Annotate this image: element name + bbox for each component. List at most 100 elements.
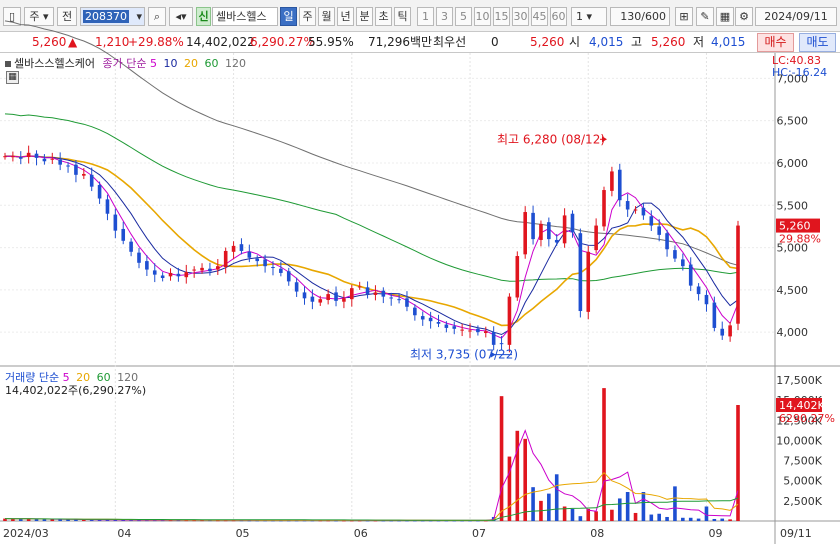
candle-body xyxy=(223,250,228,268)
candle-body xyxy=(728,325,732,337)
legend-square-icon xyxy=(5,61,11,67)
x-tick-label: 08 xyxy=(590,527,604,540)
volume-bar xyxy=(554,474,559,521)
volume-bar xyxy=(728,519,732,521)
legend-ma20: 20 xyxy=(183,57,198,70)
candle-body xyxy=(570,213,575,233)
candle-body xyxy=(26,152,31,158)
candle-body xyxy=(673,250,677,259)
candle-body xyxy=(641,207,646,216)
candle-body xyxy=(349,288,354,300)
volume-bar xyxy=(625,492,630,521)
candle-body xyxy=(58,159,62,165)
candle-body xyxy=(247,251,252,258)
candle-body xyxy=(562,215,567,244)
legend-ma5: 5 xyxy=(149,57,157,70)
candle-body xyxy=(216,266,220,270)
candle-body xyxy=(712,302,717,328)
volume-tick-label: 7,500K xyxy=(783,455,822,468)
candle-body xyxy=(200,267,204,271)
candle-body xyxy=(294,282,299,292)
candle-body xyxy=(168,272,173,277)
candle-body xyxy=(121,228,126,241)
volume-bar xyxy=(712,518,717,521)
stock-chart[interactable]: 7,0006,5006,0005,5005,0004,5004,0005,260… xyxy=(0,0,840,544)
price-tick-label: 6,500 xyxy=(777,115,809,128)
candle-body xyxy=(476,328,480,333)
candle-body xyxy=(302,292,307,299)
candle-body xyxy=(286,271,291,282)
candle-body xyxy=(625,201,630,210)
candle-body xyxy=(208,268,212,272)
candle-body xyxy=(594,225,598,251)
legend-ma10: 10 xyxy=(163,57,178,70)
candle-body xyxy=(89,174,94,187)
candle-body xyxy=(145,261,149,270)
candle-body xyxy=(665,233,669,250)
volume-bar xyxy=(507,456,512,521)
volume-bar xyxy=(633,512,638,521)
table-toggle-icon[interactable]: ▦ xyxy=(6,71,19,84)
candle-body xyxy=(547,222,551,240)
candle-body xyxy=(681,259,685,267)
volume-bar xyxy=(602,388,606,521)
candle-body xyxy=(515,256,520,298)
low-annot-label: 최저 3,735 (07/22) xyxy=(410,348,518,362)
candle-body xyxy=(129,241,133,252)
candle-body xyxy=(633,209,638,211)
candle-body xyxy=(720,328,725,336)
candle-body xyxy=(405,298,409,307)
candle-body xyxy=(42,158,47,162)
volume-bar xyxy=(720,518,725,521)
volume-tick-label: 17,500K xyxy=(776,374,822,387)
candle-body xyxy=(318,299,323,303)
legend-ma120: 120 xyxy=(224,57,246,70)
candle-body xyxy=(342,298,346,302)
volume-bar xyxy=(688,517,693,521)
volume-tick-label: 10,000K xyxy=(776,434,822,447)
price-pct-label: 29.88% xyxy=(779,233,821,246)
candle-body xyxy=(50,158,55,160)
candle-body xyxy=(736,225,740,324)
candle-body xyxy=(491,332,496,345)
candle-body xyxy=(279,268,283,273)
candle-body xyxy=(3,156,7,158)
candle-body xyxy=(578,233,583,312)
volume-bar xyxy=(673,486,677,521)
volume-bar xyxy=(665,516,669,521)
candle-body xyxy=(263,259,267,267)
candle-body xyxy=(436,322,441,324)
volume-bar xyxy=(704,506,709,521)
candle-body xyxy=(420,316,425,320)
volume-bar xyxy=(736,405,740,521)
candle-body xyxy=(444,324,449,328)
candle-body xyxy=(184,272,189,278)
candle-body xyxy=(617,169,622,201)
x-tick-label: 09 xyxy=(708,527,722,540)
candle-body xyxy=(334,292,338,301)
volume-pct-label: 6290.27% xyxy=(779,412,835,425)
volume-tick-label: 2,500K xyxy=(783,495,822,508)
candle-body xyxy=(271,267,275,269)
volume-bar xyxy=(649,514,654,521)
candle-body xyxy=(231,245,236,252)
volume-current-text: 14,402,022주(6,290.27%) xyxy=(5,384,147,397)
x-tick-label: 09/11 xyxy=(780,527,812,540)
candle-body xyxy=(704,294,709,305)
x-tick-label: 2024/03 xyxy=(3,527,49,540)
volume-bar xyxy=(617,498,622,521)
x-tick-label: 04 xyxy=(117,527,131,540)
candle-body xyxy=(357,286,362,288)
candle-body xyxy=(531,212,535,240)
candle-body xyxy=(137,252,141,263)
candle-body xyxy=(176,273,181,277)
candle-body xyxy=(365,287,370,295)
price-legend-ma-label: 종가 단순 xyxy=(102,57,147,70)
candle-body xyxy=(586,251,591,312)
candle-body xyxy=(74,164,78,175)
candle-body xyxy=(18,157,23,159)
candle-body xyxy=(326,294,330,301)
legend-ma60: 60 xyxy=(204,57,219,70)
candle-body xyxy=(113,214,118,231)
candle-body xyxy=(688,264,693,286)
